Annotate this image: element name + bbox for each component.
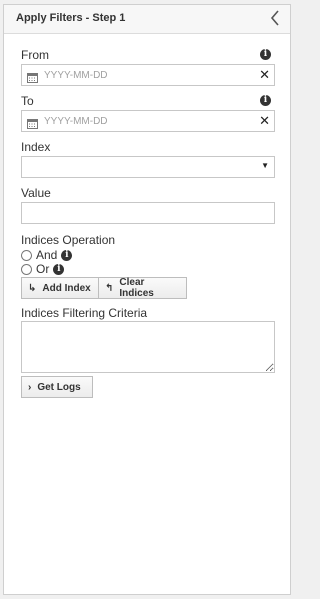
criteria-label: Indices Filtering Criteria xyxy=(21,306,148,320)
from-date-input[interactable] xyxy=(44,66,244,84)
get-logs-button[interactable]: › Get Logs xyxy=(21,376,93,398)
add-index-label: Add Index xyxy=(42,282,91,294)
panel-header: Apply Filters - Step 1 xyxy=(4,5,290,34)
to-date-input[interactable] xyxy=(44,112,244,130)
index-label: Index xyxy=(21,140,51,154)
to-date-field[interactable]: ✕ xyxy=(21,110,275,132)
apply-filters-panel: Apply Filters - Step 1 From i ✕ To i xyxy=(3,4,291,595)
operation-or-option[interactable]: Or i xyxy=(21,262,65,276)
from-clear-icon[interactable]: ✕ xyxy=(259,68,270,82)
to-clear-icon[interactable]: ✕ xyxy=(259,114,270,128)
clear-indices-button[interactable]: ↰ Clear Indices xyxy=(98,277,187,299)
criteria-textarea[interactable] xyxy=(21,321,275,373)
and-info-icon[interactable]: i xyxy=(61,249,73,261)
value-input[interactable] xyxy=(21,202,275,224)
to-info-icon[interactable]: i xyxy=(260,95,271,106)
to-label: To xyxy=(21,94,34,108)
or-radio[interactable] xyxy=(21,263,32,275)
chevron-left-icon[interactable] xyxy=(266,8,284,28)
get-logs-label: Get Logs xyxy=(37,381,81,393)
add-index-button[interactable]: ↳ Add Index xyxy=(21,277,99,299)
clear-indices-label: Clear Indices xyxy=(119,277,154,299)
or-info-icon[interactable]: i xyxy=(53,263,65,275)
calendar-icon[interactable] xyxy=(27,70,38,88)
undo-arrow-icon: ↰ xyxy=(105,282,114,294)
and-label: And xyxy=(36,248,58,262)
chevron-right-icon: › xyxy=(28,381,32,393)
from-label: From xyxy=(21,48,49,62)
enter-arrow-icon: ↳ xyxy=(28,282,37,294)
caret-down-icon: ▼ xyxy=(261,161,269,170)
and-radio[interactable] xyxy=(21,249,32,261)
from-date-field[interactable]: ✕ xyxy=(21,64,275,86)
index-select[interactable]: ▼ xyxy=(21,156,275,178)
operation-and-option[interactable]: And i xyxy=(21,248,73,262)
calendar-icon[interactable] xyxy=(27,116,38,134)
from-info-icon[interactable]: i xyxy=(260,49,271,60)
indices-operation-label: Indices Operation xyxy=(21,233,116,247)
or-label: Or xyxy=(36,262,50,276)
panel-title: Apply Filters - Step 1 xyxy=(16,12,126,24)
value-label: Value xyxy=(21,186,51,200)
